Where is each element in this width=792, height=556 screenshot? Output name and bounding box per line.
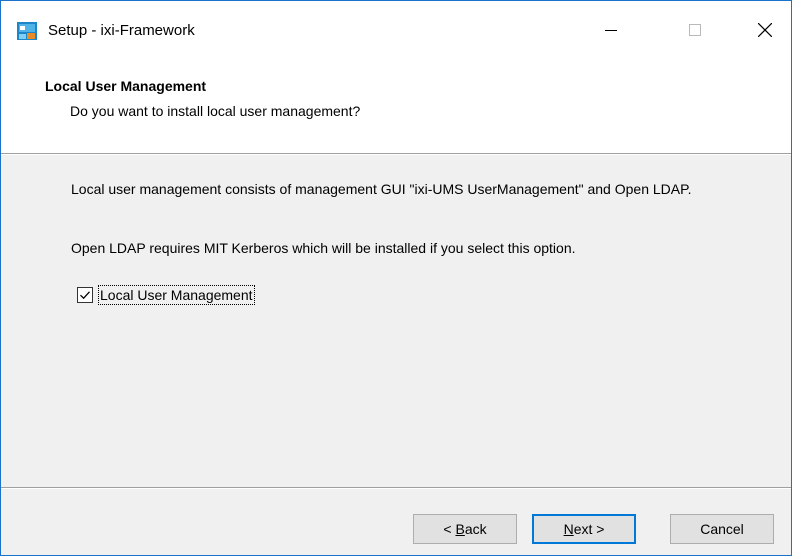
minimize-button[interactable] [588, 9, 634, 51]
title-bar[interactable]: Setup - ixi-Framework [1, 1, 791, 59]
window-title: Setup - ixi-Framework [48, 22, 195, 39]
wizard-header: Local User Management Do you want to ins… [1, 59, 791, 153]
next-hotkey: N [563, 521, 574, 537]
setup-window: Setup - ixi-Framework Local User Managem… [0, 0, 792, 556]
description-text: Local user management consists of manage… [71, 181, 692, 197]
wizard-content: Local user management consists of manage… [1, 155, 791, 485]
cancel-button[interactable]: Cancel [670, 514, 774, 544]
installer-app-icon [17, 22, 37, 40]
maximize-icon [689, 24, 701, 36]
next-label: ext > [573, 521, 605, 537]
back-label: ack [464, 521, 487, 537]
kerberos-note: Open LDAP requires MIT Kerberos which wi… [71, 240, 576, 256]
local-user-management-checkbox[interactable] [77, 287, 93, 303]
page-subtitle: Do you want to install local user manage… [70, 103, 361, 119]
local-user-management-option[interactable]: Local User Management [77, 285, 255, 305]
minimize-icon [605, 30, 617, 31]
page-title: Local User Management [45, 78, 207, 94]
checkbox-label[interactable]: Local User Management [98, 285, 255, 305]
back-button[interactable]: < Back [413, 514, 517, 544]
close-icon [758, 23, 772, 37]
footer-divider [1, 487, 791, 489]
back-prefix: < [443, 521, 456, 537]
cancel-label: Cancel [700, 521, 744, 537]
back-hotkey: B [455, 521, 465, 537]
checkmark-icon [80, 291, 90, 300]
next-button[interactable]: Next > [532, 514, 636, 544]
maximize-button[interactable] [672, 9, 718, 51]
close-button[interactable] [742, 9, 788, 51]
